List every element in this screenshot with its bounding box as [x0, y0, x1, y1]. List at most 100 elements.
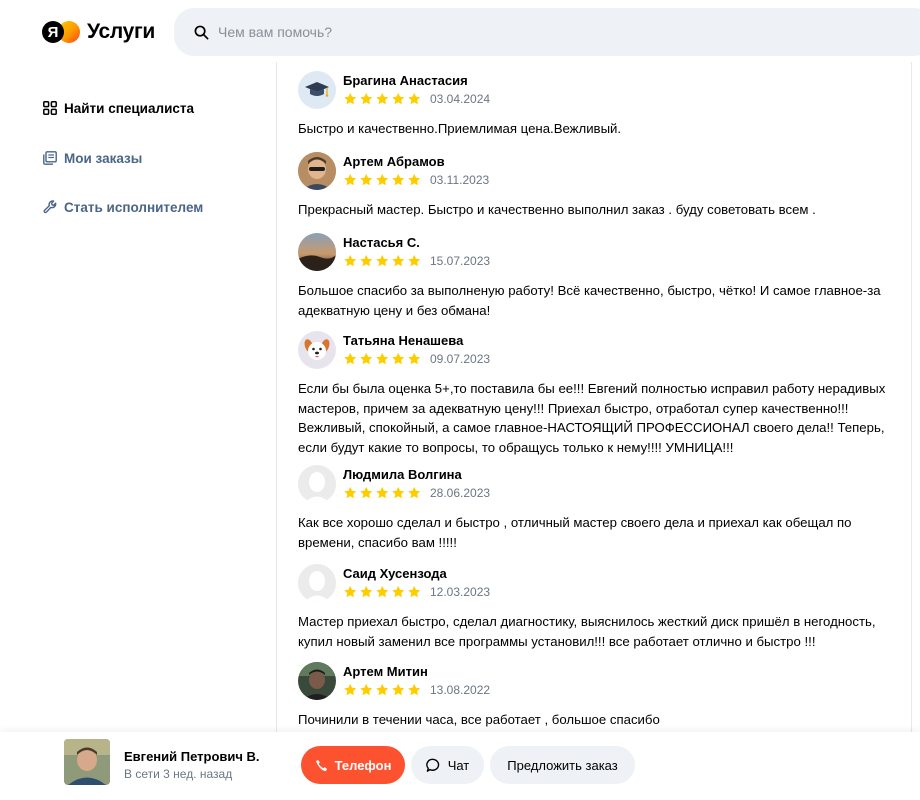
reviewer-name[interactable]: Татьяна Ненашева: [343, 333, 490, 349]
reviewer-name[interactable]: Настасья С.: [343, 235, 490, 251]
star-icon: [392, 173, 405, 186]
phone-icon: [315, 759, 328, 772]
review-date: 03.04.2024: [430, 92, 491, 106]
star-icon: [392, 585, 405, 598]
review-item: Артем Абрамов 03.11.2023 Прекрасный маст…: [298, 152, 898, 220]
star-icon: [408, 173, 421, 186]
star-icon: [376, 92, 389, 105]
yandex-logo-mark: Я: [42, 21, 64, 43]
specialist-action-bar: Евгений Петрович В. В сети 3 нед. назад …: [0, 732, 920, 800]
star-icon: [360, 254, 373, 267]
chat-button[interactable]: Чат: [411, 746, 484, 784]
review-item: Брагина Анастасия 03.04.2024 Быстро и ка…: [298, 71, 898, 139]
reviews-panel[interactable]: Брагина Анастасия 03.04.2024 Быстро и ка…: [276, 62, 912, 732]
review-date: 28.06.2023: [430, 486, 491, 500]
review-text: Если бы была оценка 5+,то поставила бы е…: [298, 381, 886, 455]
user-photo-dark-icon: [298, 662, 336, 700]
review-item: Татьяна Ненашева 09.07.2023 Если бы была…: [298, 331, 898, 457]
specialist-online-status: В сети 3 нед. назад: [124, 767, 233, 781]
reviewer-name[interactable]: Артем Митин: [343, 664, 490, 680]
review-text: Как все хорошо сделал и быстро , отличны…: [298, 515, 852, 550]
yandex-services-logo[interactable]: Я Услуги: [42, 18, 155, 46]
graduation-cap-icon: [298, 71, 336, 109]
default-avatar-icon: [298, 465, 336, 503]
review-item: Настасья С. 15.07.2023 Большое спасибо з…: [298, 233, 898, 320]
logo-text: Услуги: [87, 20, 156, 43]
reviewer-name[interactable]: Людмила Волгина: [343, 467, 490, 483]
review-date: 03.11.2023: [430, 173, 490, 187]
review-text: Прекрасный мастер. Быстро и качественно …: [298, 202, 816, 217]
orders-icon: [42, 150, 58, 166]
star-icon: [344, 352, 357, 365]
grid-icon: [42, 100, 58, 116]
sidebar: Найти специалиста Мои заказы Стать испол…: [0, 62, 276, 732]
star-icon: [408, 254, 421, 267]
dog-icon: [298, 331, 336, 369]
phone-button-label: Телефон: [334, 757, 392, 773]
search-icon: [192, 23, 210, 41]
reviewer-name[interactable]: Артем Абрамов: [343, 154, 489, 170]
rating-stars: [343, 173, 423, 187]
star-icon: [392, 254, 405, 267]
star-icon: [408, 486, 421, 499]
header: Я Услуги: [0, 0, 920, 62]
star-icon: [392, 486, 405, 499]
star-icon: [376, 683, 389, 696]
star-icon: [408, 585, 421, 598]
star-icon: [360, 92, 373, 105]
sidebar-item-label: Мои заказы: [64, 150, 143, 166]
sidebar-item-my-orders[interactable]: Мои заказы: [42, 150, 142, 166]
star-icon: [344, 254, 357, 267]
chat-bubble-icon: [425, 758, 441, 773]
star-icon: [408, 683, 421, 696]
star-icon: [360, 352, 373, 365]
sidebar-item-label: Найти специалиста: [64, 100, 194, 116]
review-item: Саид Хусензода 12.03.2023 Мастер приехал…: [298, 564, 898, 651]
review-date: 09.07.2023: [430, 352, 491, 366]
sidebar-item-become-performer[interactable]: Стать исполнителем: [42, 199, 203, 215]
phone-button[interactable]: Телефон: [301, 746, 405, 784]
specialist-name[interactable]: Евгений Петрович В.: [124, 749, 260, 764]
rating-stars: [343, 254, 423, 268]
rating-stars: [343, 585, 423, 599]
star-icon: [392, 352, 405, 365]
star-icon: [376, 486, 389, 499]
star-icon: [392, 683, 405, 696]
review-item: Артем Митин 13.08.2022 Починили в течени…: [298, 662, 898, 730]
review-text: Быстро и качественно.Приемлимая цена.Веж…: [298, 121, 622, 136]
reviewer-name[interactable]: Брагина Анастасия: [343, 73, 490, 89]
star-icon: [360, 173, 373, 186]
search-input[interactable]: [218, 24, 818, 40]
rating-stars: [343, 486, 423, 500]
search-bar[interactable]: [174, 8, 920, 56]
star-icon: [408, 92, 421, 105]
chat-button-label: Чат: [447, 757, 470, 773]
star-icon: [376, 352, 389, 365]
star-icon: [360, 585, 373, 598]
rating-stars: [343, 92, 423, 106]
offer-order-button[interactable]: Предложить заказ: [490, 746, 635, 784]
rating-stars: [343, 352, 423, 366]
landscape-photo-icon: [298, 233, 336, 271]
user-photo-icon: [298, 152, 336, 190]
star-icon: [360, 486, 373, 499]
default-avatar-icon: [298, 564, 336, 602]
star-icon: [360, 683, 373, 696]
sidebar-item-find-specialist[interactable]: Найти специалиста: [42, 100, 194, 116]
star-icon: [344, 683, 357, 696]
star-icon: [344, 585, 357, 598]
review-date: 13.08.2022: [430, 683, 491, 697]
star-icon: [408, 352, 421, 365]
star-icon: [392, 92, 405, 105]
review-text: Мастер приехал быстро, сделал диагностик…: [298, 614, 876, 649]
specialist-photo[interactable]: [64, 739, 110, 785]
star-icon: [344, 173, 357, 186]
star-icon: [376, 254, 389, 267]
star-icon: [344, 92, 357, 105]
star-icon: [344, 486, 357, 499]
review-text: Большое спасибо за выполненую работу! Вс…: [298, 283, 881, 318]
reviewer-name[interactable]: Саид Хусензода: [343, 566, 490, 582]
offer-order-button-label: Предложить заказ: [507, 757, 618, 773]
review-item: Людмила Волгина 28.06.2023 Как все хорош…: [298, 465, 898, 552]
wrench-icon: [42, 199, 58, 215]
